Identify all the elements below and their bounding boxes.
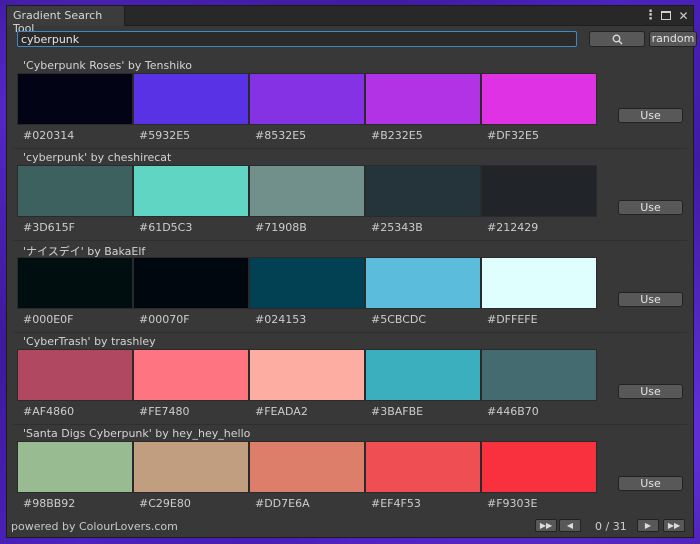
hex-label: #5CBCDC [371, 313, 427, 326]
color-swatch [481, 73, 597, 125]
next-page-button[interactable]: ▶ [637, 519, 659, 532]
color-swatch [249, 165, 365, 217]
palette-title: 'Cyberpunk Roses' by Tenshiko [23, 59, 192, 72]
row-divider [13, 332, 687, 333]
color-swatch [17, 349, 133, 401]
palette-row: 'ナイスデイ' by BakaElf #000E0F #00070F #024153 #… [7, 243, 693, 335]
hex-label: #DF32E5 [487, 129, 539, 142]
random-button[interactable]: random [649, 31, 697, 47]
hex-label: #98BB92 [23, 497, 76, 510]
palette-row: 'cyberpunk' by cheshirecat #3D615F #61D5C3… [7, 151, 693, 243]
use-button[interactable]: Use [618, 384, 683, 399]
last-page-button[interactable]: ▶▶ [663, 519, 685, 532]
row-divider [13, 148, 687, 149]
palette-title: 'CyberTrash' by trashley [23, 335, 156, 348]
color-swatch [133, 165, 249, 217]
first-page-button[interactable]: ▶▶ [535, 519, 557, 532]
color-swatch [17, 441, 133, 493]
hex-label: #212429 [487, 221, 539, 234]
window-controls: ⋮ ✕ [644, 8, 689, 24]
tab-gradient-search-tool[interactable]: Gradient Search Tool [7, 6, 125, 35]
page-indicator: 0 / 31 [595, 520, 627, 533]
color-swatch [365, 165, 481, 217]
hex-label: #3BAFBE [371, 405, 424, 418]
prev-page-button[interactable]: ◀ [559, 519, 581, 532]
color-swatch [365, 349, 481, 401]
hex-label: #5932E5 [139, 129, 191, 142]
color-swatch [481, 441, 597, 493]
hex-label: #8532E5 [255, 129, 307, 142]
color-swatch [365, 441, 481, 493]
color-swatch [133, 349, 249, 401]
search-row: random [17, 31, 697, 49]
hex-label: #B232E5 [371, 129, 423, 142]
color-swatch [481, 257, 597, 309]
color-swatch [249, 257, 365, 309]
hex-label: #61D5C3 [139, 221, 193, 234]
footer: powered by ColourLovers.com ▶▶ ◀ 0 / 31 … [7, 517, 693, 537]
hex-label: #446B70 [487, 405, 539, 418]
use-button[interactable]: Use [618, 108, 683, 123]
color-swatch [133, 73, 249, 125]
color-swatch [249, 73, 365, 125]
search-input[interactable] [17, 31, 577, 47]
color-swatch [17, 165, 133, 217]
hex-label: #AF4860 [23, 405, 75, 418]
hex-label: #F9303E [487, 497, 538, 510]
search-icon [612, 34, 622, 44]
powered-by-label: powered by ColourLovers.com [11, 520, 178, 533]
color-swatch [481, 165, 597, 217]
hex-label: #000E0F [23, 313, 74, 326]
color-swatch [249, 441, 365, 493]
hex-label: #DFFEFE [487, 313, 538, 326]
search-button[interactable] [589, 31, 645, 47]
hex-label: #C29E80 [139, 497, 191, 510]
first-page-icon: ▶▶ [539, 521, 553, 530]
row-divider [13, 424, 687, 425]
use-button[interactable]: Use [618, 476, 683, 491]
palette-row: 'CyberTrash' by trashley #AF4860 #FE7480 #F… [7, 335, 693, 427]
color-swatch [249, 349, 365, 401]
color-swatch [481, 349, 597, 401]
use-button[interactable]: Use [618, 292, 683, 307]
color-swatch [17, 257, 133, 309]
palette-row: 'Santa Digs Cyberpunk' by hey_hey_hello #… [7, 427, 693, 519]
hex-label: #3D615F [23, 221, 76, 234]
palette-title: 'cyberpunk' by cheshirecat [23, 151, 172, 164]
close-icon[interactable]: ✕ [678, 9, 689, 23]
hex-label: #FEADA2 [255, 405, 308, 418]
prev-page-icon: ◀ [566, 521, 574, 530]
hex-label: #024153 [255, 313, 307, 326]
next-page-icon: ▶ [644, 521, 652, 530]
maximize-icon[interactable] [661, 9, 672, 23]
palette-row: 'Cyberpunk Roses' by Tenshiko #020314 #593… [7, 59, 693, 151]
color-swatch [133, 257, 249, 309]
color-swatch [365, 73, 481, 125]
use-button[interactable]: Use [618, 200, 683, 215]
hex-label: #25343B [371, 221, 423, 234]
palette-title: 'Santa Digs Cyberpunk' by hey_hey_hello [23, 427, 251, 440]
last-page-icon: ▶▶ [667, 521, 681, 530]
gradient-search-window: Gradient Search Tool ⋮ ✕ random 'Cyberpu… [6, 5, 697, 538]
hex-label: #DD7E6A [255, 497, 310, 510]
color-swatch [133, 441, 249, 493]
row-divider [13, 240, 687, 241]
color-swatch [365, 257, 481, 309]
hex-label: #00070F [139, 313, 190, 326]
color-swatch [17, 73, 133, 125]
hex-label: #EF4F53 [371, 497, 421, 510]
tab-bar: Gradient Search Tool ⋮ ✕ [7, 6, 693, 35]
hex-label: #020314 [23, 129, 75, 142]
hex-label: #71908B [255, 221, 307, 234]
more-options-icon[interactable]: ⋮ [644, 9, 657, 23]
hex-label: #FE7480 [139, 405, 190, 418]
